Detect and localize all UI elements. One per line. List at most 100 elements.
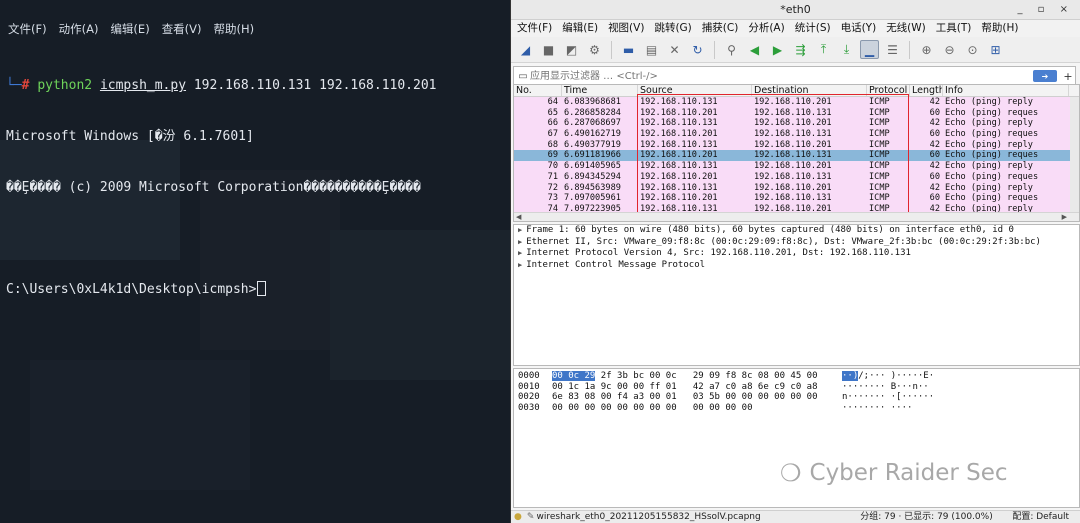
status-file-name: wireshark_eth0_20211205155832_HSsolV.pca… bbox=[536, 512, 761, 522]
ws-menu-telephony[interactable]: 电话(Y) bbox=[841, 20, 877, 37]
expand-arrow-icon[interactable]: ▶ bbox=[518, 226, 522, 234]
column-header-length[interactable]: Length bbox=[910, 85, 943, 96]
edit-comment-icon[interactable]: ✎ bbox=[525, 511, 537, 523]
terminal-menu-help[interactable]: 帮助(H) bbox=[214, 18, 255, 40]
display-filter-input[interactable] bbox=[530, 68, 1033, 84]
go-to-packet-icon[interactable]: ⇶ bbox=[791, 40, 810, 59]
packet-list-vertical-scrollbar[interactable] bbox=[1070, 97, 1079, 213]
byte-ascii-highlight: ··) bbox=[842, 371, 859, 381]
column-header-destination[interactable]: Destination bbox=[752, 85, 867, 96]
ws-menu-edit[interactable]: 编辑(E) bbox=[562, 20, 598, 37]
scroll-left-icon[interactable]: ◀ bbox=[516, 213, 521, 221]
find-packet-icon[interactable]: ⚲ bbox=[722, 40, 741, 59]
packet-row[interactable]: 65 6.286858284 192.168.110.201 192.168.110.… bbox=[514, 107, 1079, 119]
column-header-source[interactable]: Source bbox=[638, 85, 752, 96]
wireshark-titlebar[interactable]: *eth0 _ ▫ × bbox=[511, 0, 1080, 20]
expand-arrow-icon[interactable]: ▶ bbox=[518, 261, 522, 269]
cell-source: 192.168.110.131 bbox=[640, 97, 718, 107]
detail-ipv4[interactable]: ▶ Internet Protocol Version 4, Src: 192.1… bbox=[514, 248, 1079, 260]
shark-fin-start-icon[interactable]: ◢ bbox=[516, 40, 535, 59]
go-back-icon[interactable]: ◀ bbox=[745, 40, 764, 59]
save-file-icon[interactable]: ▤ bbox=[642, 40, 661, 59]
cell-no: 64 bbox=[547, 97, 558, 107]
cell-destination: 192.168.110.131 bbox=[754, 171, 832, 182]
go-forward-icon[interactable]: ▶ bbox=[768, 40, 787, 59]
ws-menu-wireless[interactable]: 无线(W) bbox=[886, 20, 926, 37]
ws-menu-go[interactable]: 跳转(G) bbox=[654, 20, 691, 37]
packet-row[interactable]: 72 6.894563989 192.168.110.131 192.168.110.… bbox=[514, 182, 1079, 194]
terminal-menu-edit[interactable]: 编辑(E) bbox=[110, 18, 149, 40]
ws-menu-file[interactable]: 文件(F) bbox=[517, 20, 552, 37]
last-packet-icon[interactable]: ⤓ bbox=[837, 40, 856, 59]
status-profile[interactable]: 配置: Default bbox=[1012, 511, 1080, 523]
resize-columns-icon[interactable]: ⊞ bbox=[986, 40, 1005, 59]
first-packet-icon[interactable]: ⤒ bbox=[814, 40, 833, 59]
wireshark-toolbar: ◢ ■ ◩ ⚙ ▬ ▤ ✕ ↻ ⚲ ◀ ▶ ⇶ ⤒ ⤓ ▁ ☰ ⊕ ⊖ ⊙ ⊞ bbox=[511, 37, 1080, 63]
zoom-normal-icon[interactable]: ⊙ bbox=[963, 40, 982, 59]
close-file-icon[interactable]: ✕ bbox=[665, 40, 684, 59]
add-filter-button-icon[interactable]: + bbox=[1061, 70, 1075, 83]
cell-destination: 192.168.110.201 bbox=[754, 182, 832, 193]
wireshark-window: *eth0 _ ▫ × 文件(F) 编辑(E) 视图(V) 跳转(G) 捕获(C… bbox=[510, 0, 1080, 523]
zoom-out-icon[interactable]: ⊖ bbox=[940, 40, 959, 59]
apply-filter-button[interactable]: ➔ bbox=[1033, 70, 1057, 82]
detail-frame[interactable]: ▶ Frame 1: 60 bytes on wire (480 bits), 6… bbox=[514, 225, 1079, 237]
terminal-output-line: ��Ȩ���� (c) 2009 Microsoft Corporation��… bbox=[6, 180, 421, 195]
byte-offset: 0000 bbox=[518, 371, 540, 381]
ws-menu-statistics[interactable]: 统计(S) bbox=[795, 20, 831, 37]
capture-options-icon[interactable]: ⚙ bbox=[585, 40, 604, 59]
expand-arrow-icon[interactable]: ▶ bbox=[518, 238, 522, 246]
packet-row[interactable]: 67 6.490162719 192.168.110.201 192.168.110.… bbox=[514, 129, 1079, 140]
expert-info-icon[interactable]: ● bbox=[511, 511, 525, 523]
packet-details-pane[interactable]: ▶ Frame 1: 60 bytes on wire (480 bits), 6… bbox=[513, 224, 1080, 366]
expand-arrow-icon[interactable]: ▶ bbox=[518, 249, 522, 257]
cell-source: 192.168.110.131 bbox=[640, 139, 718, 150]
packet-row[interactable]: 64 6.083968681 192.168.110.131 192.168.110.… bbox=[514, 97, 1079, 108]
wireshark-menubar: 文件(F) 编辑(E) 视图(V) 跳转(G) 捕获(C) 分析(A) 统计(S… bbox=[511, 20, 1080, 37]
ws-menu-analyze[interactable]: 分析(A) bbox=[748, 20, 784, 37]
detail-icmp[interactable]: ▶ Internet Control Message Protocol bbox=[514, 260, 1079, 272]
detail-ethernet[interactable]: ▶ Ethernet II, Src: VMware_09:f8:8c (00:0… bbox=[514, 237, 1079, 249]
terminal-window[interactable]: 文件(F) 动作(A) 编辑(E) 查看(V) 帮助(H) └─# python… bbox=[0, 0, 510, 523]
cell-no: 67 bbox=[547, 129, 558, 140]
column-header-protocol[interactable]: Protocol bbox=[867, 85, 910, 96]
cell-source: 192.168.110.201 bbox=[640, 107, 718, 118]
scroll-right-icon[interactable]: ▶ bbox=[1062, 213, 1067, 221]
packet-row[interactable]: 71 6.894345294 192.168.110.201 192.168.110.… bbox=[514, 171, 1079, 183]
window-controls[interactable]: _ ▫ × bbox=[1017, 0, 1074, 20]
ws-menu-help[interactable]: 帮助(H) bbox=[981, 20, 1018, 37]
byte-row: 0000 00 0c 29 2f 3b bc 00 0c 29 09 f8 8c … bbox=[514, 371, 1079, 382]
packet-row[interactable]: 66 6.287068697 192.168.110.131 192.168.110.… bbox=[514, 118, 1079, 130]
ws-menu-tools[interactable]: 工具(T) bbox=[936, 20, 972, 37]
ws-menu-view[interactable]: 视图(V) bbox=[608, 20, 644, 37]
zoom-in-icon[interactable]: ⊕ bbox=[917, 40, 936, 59]
terminal-menu-file[interactable]: 文件(F) bbox=[8, 18, 47, 40]
stop-capture-icon[interactable]: ■ bbox=[539, 40, 558, 59]
terminal-menu-view[interactable]: 查看(V) bbox=[162, 18, 202, 40]
open-file-icon[interactable]: ▬ bbox=[619, 40, 638, 59]
terminal-menu-action[interactable]: 动作(A) bbox=[59, 18, 99, 40]
colorize-icon[interactable]: ☰ bbox=[883, 40, 902, 59]
restart-capture-icon[interactable]: ◩ bbox=[562, 40, 581, 59]
column-header-info[interactable]: Info bbox=[943, 85, 1069, 96]
detail-ethernet-text: Ethernet II, Src: VMware_09:f8:8c (00:0c… bbox=[526, 236, 1041, 247]
packet-row[interactable]: 73 7.097005961 192.168.110.201 192.168.110.… bbox=[514, 193, 1079, 204]
cell-info: Echo (ping) reques bbox=[945, 150, 1039, 161]
packet-row[interactable]: 68 6.490377919 192.168.110.131 192.168.110.… bbox=[514, 139, 1079, 151]
byte-ascii: ········ B···n·· bbox=[842, 381, 929, 392]
packet-list-horizontal-scrollbar[interactable]: ◀ ▶ bbox=[514, 212, 1079, 221]
column-header-no[interactable]: No. bbox=[514, 85, 562, 96]
byte-ascii: n······· ·[······ bbox=[842, 392, 935, 402]
bookmark-filter-icon[interactable]: ▭ bbox=[516, 69, 530, 83]
byte-offset: 0010 bbox=[518, 381, 540, 392]
packet-row-selected[interactable]: 69 6.691181966 192.168.110.201 192.168.110.… bbox=[514, 150, 1079, 162]
autoscroll-icon[interactable]: ▁ bbox=[860, 40, 879, 59]
column-header-time[interactable]: Time bbox=[562, 85, 638, 96]
packet-row[interactable]: 70 6.691405965 192.168.110.131 192.168.110.… bbox=[514, 161, 1079, 172]
packet-list[interactable]: No. Time Source Destination Protocol Len… bbox=[513, 84, 1080, 222]
reload-icon[interactable]: ↻ bbox=[688, 40, 707, 59]
cell-length: 60 bbox=[929, 107, 940, 118]
cell-info: Echo (ping) reply bbox=[945, 118, 1033, 129]
ws-menu-capture[interactable]: 捕获(C) bbox=[702, 20, 739, 37]
terminal-output[interactable]: └─# python2 icmpsh_m.py 192.168.110.131 … bbox=[6, 43, 506, 332]
